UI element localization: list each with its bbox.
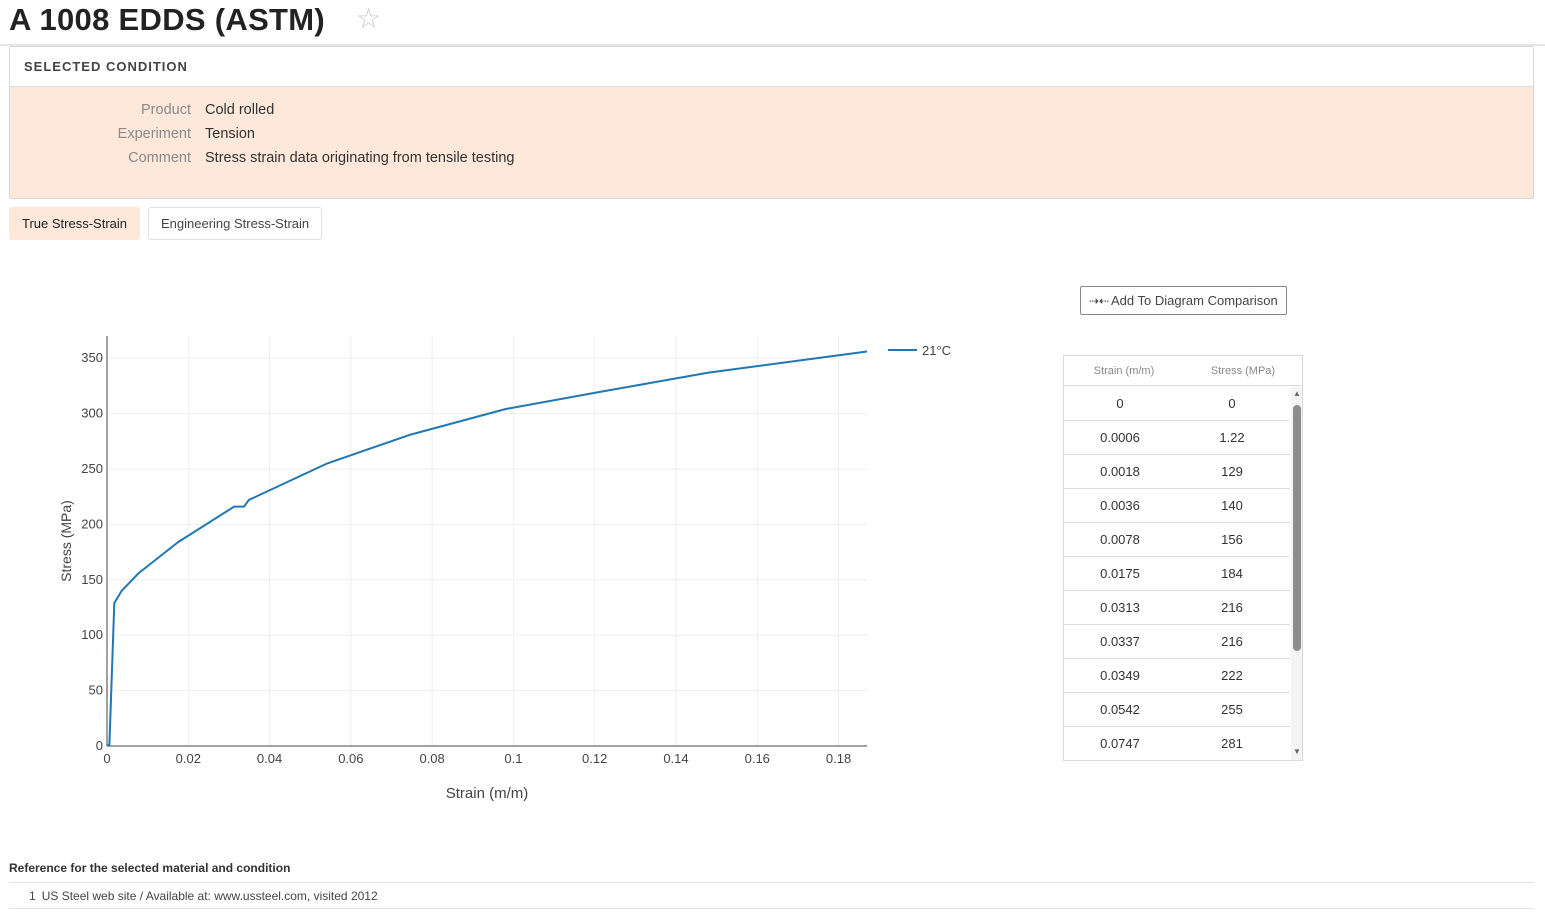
table-row: 0.0006 1.22 — [1064, 421, 1290, 455]
stress-cell: 216 — [1221, 600, 1243, 615]
table-row: 0.0337 216 — [1064, 625, 1290, 659]
strain-cell: 0.0337 — [1100, 634, 1140, 649]
strain-cell: 0.0036 — [1100, 498, 1140, 513]
selected-condition-panel: SELECTED CONDITION Product Cold rolled E… — [9, 46, 1534, 199]
condition-value: Cold rolled — [205, 102, 275, 118]
column-header-strain[interactable]: Strain (m/m) — [1069, 365, 1179, 377]
stress-cell: 281 — [1221, 736, 1243, 751]
x-tick-label: 0 — [103, 751, 110, 766]
stress-strain-chart[interactable]: 0 0.02 0.04 0.06 0.08 0.1 0.12 0.14 0.16 0.18 0 50 1… — [40, 330, 980, 810]
x-tick-label: 0.18 — [826, 751, 851, 766]
reference-item: 1 US Steel web site / Available at: www.u… — [29, 889, 378, 903]
x-tick-label: 0.02 — [176, 751, 201, 766]
table-row: 0.0313 216 — [1064, 591, 1290, 625]
strain-cell: 0.0313 — [1100, 600, 1140, 615]
title-bar: A 1008 EDDS (ASTM) ☆ — [0, 0, 1545, 46]
condition-label: Comment — [128, 150, 191, 166]
reference-text: US Steel web site / Available at: www.us… — [41, 889, 378, 903]
strain-cell: 0.0542 — [1100, 702, 1140, 717]
y-tick-label: 350 — [81, 350, 103, 365]
column-header-stress[interactable]: Stress (MPa) — [1188, 365, 1298, 377]
y-tick-label: 200 — [81, 516, 103, 531]
table-header: Strain (m/m) Stress (MPa) — [1064, 356, 1302, 386]
compare-arrows-icon: ⇢⇠ — [1089, 294, 1110, 308]
table-row: 0.0747 281 — [1064, 727, 1290, 760]
divider — [9, 882, 1534, 883]
stress-cell: 1.22 — [1219, 430, 1245, 445]
x-tick-label: 0.06 — [338, 751, 363, 766]
table-row: 0.0078 156 — [1064, 523, 1290, 557]
stress-cell: 222 — [1221, 668, 1243, 683]
compare-button-label: Add To Diagram Comparison — [1111, 293, 1278, 308]
stress-cell: 184 — [1221, 566, 1243, 581]
table-scrollbar[interactable]: ▲ ▼ — [1291, 387, 1302, 760]
selected-condition-header: SELECTED CONDITION — [10, 47, 1533, 87]
stress-strain-table: Strain (m/m) Stress (MPa) 0 0 0.0006 1.22 0.… — [1063, 355, 1303, 761]
condition-label: Experiment — [117, 126, 191, 142]
table-row: 0.0175 184 — [1064, 557, 1290, 591]
stress-cell: 255 — [1221, 702, 1243, 717]
table-row: 0.0542 255 — [1064, 693, 1290, 727]
divider — [9, 908, 1534, 909]
condition-value: Tension — [205, 126, 255, 142]
x-tick-label: 0.16 — [745, 751, 770, 766]
strain-cell: 0.0018 — [1100, 464, 1140, 479]
strain-cell: 0.0078 — [1100, 532, 1140, 547]
table-row: 0.0036 140 — [1064, 489, 1290, 523]
x-tick-label: 0.1 — [504, 751, 522, 766]
y-tick-label: 150 — [81, 572, 103, 587]
table-row: 0.0018 129 — [1064, 455, 1290, 489]
scroll-down-icon[interactable]: ▼ — [1292, 747, 1302, 757]
y-tick-label: 300 — [81, 406, 103, 421]
stress-cell: 156 — [1221, 532, 1243, 547]
scroll-up-icon[interactable]: ▲ — [1292, 389, 1302, 399]
x-tick-label: 0.12 — [582, 751, 607, 766]
y-tick-label: 100 — [81, 627, 103, 642]
x-tick-label: 0.08 — [419, 751, 444, 766]
page-title: A 1008 EDDS (ASTM) — [9, 2, 326, 37]
scroll-thumb[interactable] — [1293, 405, 1301, 651]
reference-title: Reference for the selected material and … — [9, 861, 291, 875]
condition-value: Stress strain data originating from tens… — [205, 150, 515, 166]
stress-cell: 129 — [1221, 464, 1243, 479]
stress-cell: 216 — [1221, 634, 1243, 649]
condition-label: Product — [141, 102, 191, 118]
y-tick-label: 0 — [96, 738, 103, 753]
legend-label: 21°C — [922, 343, 951, 358]
add-to-diagram-comparison-button[interactable]: ⇢⇠ Add To Diagram Comparison — [1080, 286, 1287, 315]
star-outline-icon[interactable]: ☆ — [356, 2, 381, 35]
strain-cell: 0.0747 — [1100, 736, 1140, 751]
stress-cell: 0 — [1228, 396, 1236, 411]
strain-cell: 0.0349 — [1100, 668, 1140, 683]
stress-cell: 140 — [1221, 498, 1243, 513]
y-axis-label: Stress (MPa) — [58, 500, 74, 582]
x-tick-label: 0.04 — [257, 751, 282, 766]
y-tick-label: 250 — [81, 461, 103, 476]
tab-engineering-stress-strain[interactable]: Engineering Stress-Strain — [148, 207, 322, 240]
x-tick-label: 0.14 — [663, 751, 688, 766]
strain-cell: 0 — [1116, 396, 1124, 411]
table-row: 00 — [1064, 387, 1290, 421]
strain-cell: 0.0006 — [1100, 430, 1140, 445]
series-line-0 — [106, 350, 868, 747]
y-tick-label: 50 — [89, 683, 103, 698]
x-axis-label: Strain (m/m) — [446, 785, 529, 802]
reference-number: 1 — [29, 889, 36, 903]
strain-cell: 0.0175 — [1100, 566, 1140, 581]
table-row: 0.0349 222 — [1064, 659, 1290, 693]
tab-true-stress-strain[interactable]: True Stress-Strain — [9, 207, 140, 240]
